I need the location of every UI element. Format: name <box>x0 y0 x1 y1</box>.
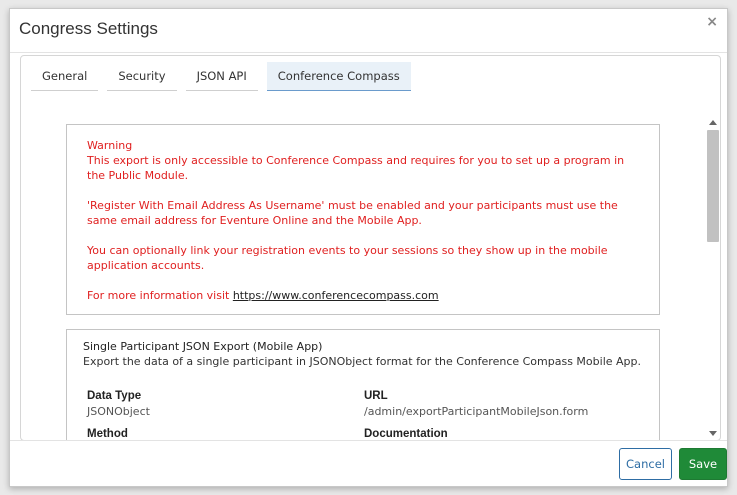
data-type-value: JSONObject <box>87 405 150 418</box>
save-button[interactable]: Save <box>679 448 727 480</box>
conference-compass-link[interactable]: https://www.conferencecompass.com <box>233 289 439 302</box>
chevron-up-icon[interactable] <box>709 120 717 125</box>
tab-general[interactable]: General <box>31 62 99 91</box>
tab-bar: General Security JSON API Conference Com… <box>31 62 420 91</box>
documentation-field: Documentation <box>364 427 634 440</box>
warning-paragraph: This export is only accessible to Confer… <box>87 154 625 182</box>
tab-panel: General Security JSON API Conference Com… <box>20 55 721 441</box>
export-fields: Data Type JSONObject URL /admin/exportPa… <box>83 389 643 440</box>
tab-conference-compass[interactable]: Conference Compass <box>266 62 411 91</box>
data-type-field: Data Type JSONObject <box>87 389 357 419</box>
warning-box: Warning This export is only accessible t… <box>66 124 660 315</box>
export-card: Single Participant JSON Export (Mobile A… <box>66 329 660 440</box>
url-label: URL <box>364 390 388 402</box>
dialog-footer: Cancel Save <box>10 440 727 486</box>
method-label: Method <box>87 428 128 440</box>
url-value: /admin/exportParticipantMobileJson.form <box>364 405 589 418</box>
warning-paragraph: 'Register With Email Address As Username… <box>87 199 618 227</box>
tab-json-api[interactable]: JSON API <box>185 62 258 91</box>
more-info-text: For more information visit <box>87 289 233 302</box>
chevron-down-icon[interactable] <box>709 431 717 436</box>
documentation-label: Documentation <box>364 428 448 440</box>
scrollbar-thumb[interactable] <box>707 130 719 242</box>
warning-more-info: For more information visit https://www.c… <box>87 288 639 303</box>
warning-title: Warning <box>87 139 133 152</box>
congress-settings-dialog: Congress Settings × General Security JSO… <box>9 8 728 487</box>
dialog-header: Congress Settings × <box>10 9 727 53</box>
cancel-button[interactable]: Cancel <box>619 448 672 480</box>
export-title: Single Participant JSON Export (Mobile A… <box>83 340 323 353</box>
warning-paragraph: You can optionally link your registratio… <box>87 244 608 272</box>
tab-content: Warning This export is only accessible t… <box>21 112 703 440</box>
dialog-title: Congress Settings <box>19 19 158 38</box>
close-icon[interactable]: × <box>706 14 718 30</box>
data-type-label: Data Type <box>87 390 142 402</box>
tab-security[interactable]: Security <box>107 62 177 91</box>
export-description: Export the data of a single participant … <box>83 355 642 368</box>
method-field: Method <box>87 427 357 440</box>
url-field: URL /admin/exportParticipantMobileJson.f… <box>364 389 634 419</box>
vertical-scrollbar[interactable] <box>705 114 720 440</box>
